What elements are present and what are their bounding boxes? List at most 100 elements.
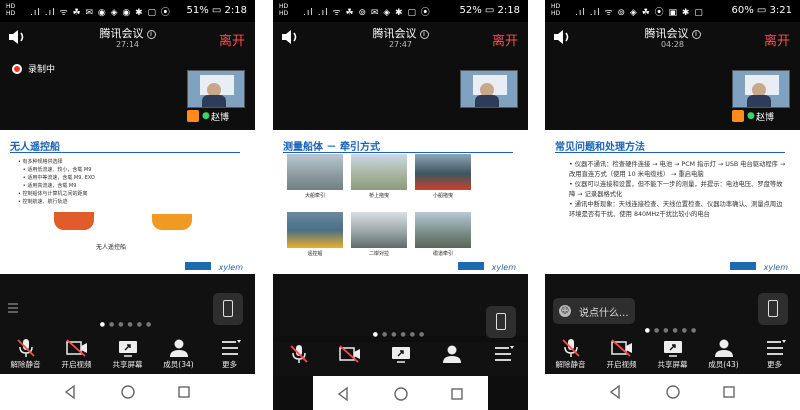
photo-caption: 二岸对拉 xyxy=(368,251,389,257)
slide-bullets: • 有多种规格供选择 • 适用低流速、较小，含载 M9 • 适用中等流速，含载 … xyxy=(18,159,95,205)
home-icon[interactable] xyxy=(665,384,681,400)
shared-slide[interactable]: 常见问题和处理方法 • 仪器不通讯：检查硬件连接 → 电池 → PCM 指示灯 … xyxy=(545,130,800,274)
phone-screen-2: HD HD .ıl .ıl ᯤ ☘ ⊚ ✉ ◈ ✱ ▢ ⦿ 52% ▭ 2:18 … xyxy=(273,0,528,410)
share-screen-button[interactable]: 共享屏幕 xyxy=(647,338,698,374)
shared-slide[interactable]: 无人遥控船 • 有多种规格供选择 • 适用低流速、较小，含载 M9 • 适用中等… xyxy=(0,130,255,274)
participant-label: ● 赵博 xyxy=(187,110,245,123)
slide-title: 测量船体 － 牵引方式 xyxy=(283,142,380,153)
brand-logo xyxy=(185,262,211,270)
meeting-title[interactable]: 腾讯会议 i xyxy=(0,25,255,41)
photo-caption: 遥控船 xyxy=(307,251,323,257)
chat-input[interactable]: ☺ 说点什么... xyxy=(553,298,635,324)
participant-video-thumbnail[interactable] xyxy=(732,70,790,108)
members-button[interactable]: 成员(34) xyxy=(153,338,204,374)
photo-caption: 缆道牵引 xyxy=(432,251,453,257)
video-off-icon xyxy=(65,339,87,357)
members-button[interactable] xyxy=(426,344,477,380)
meeting-duration: 04:28 xyxy=(660,40,685,49)
more-button[interactable]: 更多 xyxy=(749,338,800,374)
more-icon xyxy=(221,340,241,355)
leave-button[interactable]: 离开 xyxy=(219,30,245,49)
avatar xyxy=(187,110,199,122)
photo-caption: 桥上拖曳 xyxy=(368,193,389,199)
phone-screen-button[interactable] xyxy=(213,293,243,325)
meeting-header: 腾讯会议 i 04:28 离开 xyxy=(545,22,800,56)
leave-button[interactable]: 离开 xyxy=(764,30,790,49)
mic-muted-icon xyxy=(16,339,35,357)
smile-icon[interactable]: ☺ xyxy=(559,305,571,317)
members-icon xyxy=(714,339,733,357)
status-bar: HD HD .ıl .ıl ᯤ ☘ ⊚ ✉ ◈ ✱ ▢ ⦿ 52% ▭ 2:18 xyxy=(273,0,528,22)
recents-icon[interactable] xyxy=(721,384,737,400)
share-screen-icon xyxy=(663,341,682,357)
info-icon[interactable]: i xyxy=(691,30,701,39)
meeting-title[interactable]: 腾讯会议 i xyxy=(545,25,800,41)
recents-icon[interactable] xyxy=(449,386,465,402)
phone-screen-3: HD HD .ıl .ıl ᯤ ⊚ ◈ ☘ ⦿ ▣ ✱ ▢ 60% ▭ 3:21 … xyxy=(545,0,800,410)
more-icon xyxy=(766,340,786,355)
boat-image xyxy=(152,214,192,230)
recents-icon[interactable] xyxy=(176,384,192,400)
shared-slide[interactable]: 测量船体 － 牵引方式 大船牵引 桥上拖曳 小船拖曳 遥控船 二岸对拉 缆道牵引… xyxy=(273,130,528,274)
battery-time: 60% ▭ 3:21 xyxy=(731,5,792,16)
info-icon[interactable]: i xyxy=(419,30,429,39)
share-screen-button[interactable]: 共享屏幕 xyxy=(102,338,153,374)
page-indicator: ●●●●●● xyxy=(644,327,701,334)
photo-caption: 小船拖曳 xyxy=(432,193,453,199)
more-button[interactable] xyxy=(477,344,528,380)
participant-video-thumbnail[interactable] xyxy=(187,70,245,108)
members-button[interactable]: 成员(43) xyxy=(698,338,749,374)
status-icons: .ıl .ıl ᯤ ⊚ ◈ ☘ ⦿ ▣ ✱ ▢ xyxy=(575,8,704,18)
meeting-duration: 27:14 xyxy=(115,40,140,49)
sim-indicator: HD HD xyxy=(279,3,289,17)
phone-screen-icon xyxy=(223,300,233,317)
status-icons: .ıl .ıl ᯤ ☘ ✉ ◉ ◈ ◉ ✱ ▢ ⦿ xyxy=(30,8,171,18)
status-icons: .ıl .ıl ᯤ ☘ ⊚ ✉ ◈ ✱ ▢ ⦿ xyxy=(303,8,431,18)
phone-screen-button[interactable] xyxy=(486,306,516,338)
info-icon[interactable]: i xyxy=(146,30,156,39)
share-screen-icon xyxy=(391,347,410,363)
xylem-logo: xylem xyxy=(763,263,788,272)
back-icon[interactable] xyxy=(62,384,78,400)
photo-large-boat-tow xyxy=(287,154,343,190)
share-screen-button[interactable] xyxy=(375,344,426,380)
more-button[interactable]: 更多 xyxy=(204,338,255,374)
home-icon[interactable] xyxy=(120,384,136,400)
meeting-title[interactable]: 腾讯会议 i xyxy=(273,25,528,41)
back-icon[interactable] xyxy=(607,384,623,400)
unmute-button[interactable]: 解除静音 xyxy=(0,338,51,374)
system-nav-bar xyxy=(0,374,255,410)
meeting-toolbar: 解除静音 开启视频 共享屏幕 成员(43) 更多 xyxy=(545,336,800,374)
phone-screen-icon xyxy=(496,313,506,330)
photo-bridge-tow xyxy=(351,154,407,190)
phone-screen-icon xyxy=(768,300,778,317)
sim-indicator: HD HD xyxy=(6,3,16,17)
slide-title: 无人遥控船 xyxy=(10,142,60,153)
phone-screen-1: HD HD .ıl .ıl ᯤ ☘ ✉ ◉ ◈ ◉ ✱ ▢ ⦿ 51% ▭ 2:1… xyxy=(0,0,255,410)
meeting-header: 腾讯会议 i 27:14 离开 xyxy=(0,22,255,56)
photo-caption: 大船牵引 xyxy=(304,193,325,199)
more-icon xyxy=(494,346,514,361)
list-icon[interactable] xyxy=(8,303,18,313)
unmute-button[interactable] xyxy=(273,344,324,380)
share-screen-icon xyxy=(118,341,137,357)
home-icon[interactable] xyxy=(393,386,409,402)
boat-image xyxy=(54,212,94,230)
status-bar: HD HD .ıl .ıl ᯤ ☘ ✉ ◉ ◈ ◉ ✱ ▢ ⦿ 51% ▭ 2:1… xyxy=(0,0,255,22)
leave-button[interactable]: 离开 xyxy=(492,30,518,49)
avatar xyxy=(732,110,744,122)
brand-logo xyxy=(458,262,484,270)
participant-label: ● 赵博 xyxy=(732,110,790,123)
unmute-button[interactable]: 解除静音 xyxy=(545,338,596,374)
back-icon[interactable] xyxy=(335,386,351,402)
meeting-duration: 27:47 xyxy=(388,40,413,49)
meeting-header: 腾讯会议 i 27:47 离开 xyxy=(273,22,528,56)
participant-video-thumbnail[interactable] xyxy=(460,70,518,108)
start-video-button[interactable]: 开启视频 xyxy=(596,338,647,374)
battery-time: 52% ▭ 2:18 xyxy=(459,5,520,16)
photo-remote-boat xyxy=(287,212,343,248)
start-video-button[interactable] xyxy=(324,344,375,380)
start-video-button[interactable]: 开启视频 xyxy=(51,338,102,374)
phone-screen-button[interactable] xyxy=(758,293,788,325)
xylem-logo: xylem xyxy=(491,263,516,272)
